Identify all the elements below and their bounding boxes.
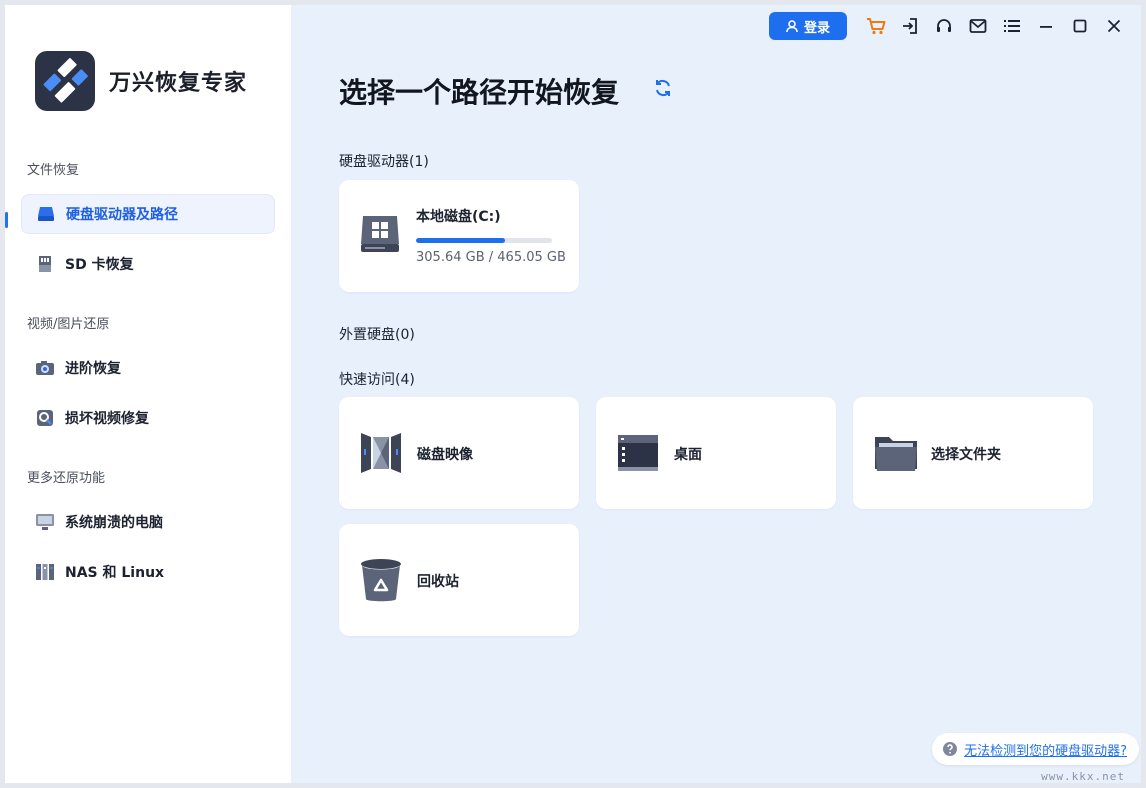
quick-item-label: 选择文件夹 — [931, 447, 1001, 463]
video-repair-icon — [35, 408, 55, 428]
active-indicator — [5, 212, 8, 228]
headset-icon[interactable] — [927, 12, 961, 40]
app-title: 万兴恢复专家 — [109, 71, 248, 96]
sidebar-item-label: NAS 和 Linux — [65, 565, 165, 581]
sidebar-item-label: 进阶恢复 — [65, 361, 121, 377]
group-quick-access: 快速访问(4) — [339, 372, 415, 388]
sidebar-item-video-repair[interactable]: 损坏视频修复 — [21, 398, 275, 438]
sidebar-item-label: 损坏视频修复 — [65, 411, 149, 427]
quick-item-label: 磁盘映像 — [417, 447, 473, 463]
drive-card-c[interactable]: 本地磁盘(C:) 305.64 GB / 465.05 GB — [339, 180, 579, 292]
quick-item-disk-image[interactable]: 磁盘映像 — [339, 397, 579, 509]
quick-item-label: 回收站 — [417, 574, 459, 590]
cart-icon[interactable] — [859, 12, 893, 40]
menu-icon[interactable] — [995, 12, 1029, 40]
main-content: 登录 选择一个路径开始恢复 硬盘驱动器(1) 本地磁盘(C:) 305.64 G… — [291, 5, 1141, 783]
hard-drive-icon — [36, 204, 56, 224]
user-icon — [786, 19, 798, 32]
quick-item-select-folder[interactable]: 选择文件夹 — [853, 397, 1093, 509]
help-icon — [943, 742, 958, 756]
close-icon[interactable] — [1097, 12, 1131, 40]
camera-icon — [35, 358, 55, 378]
sidebar-item-advanced-recovery[interactable]: 进阶恢复 — [21, 348, 275, 388]
refresh-icon[interactable] — [653, 78, 673, 102]
sign-in-icon[interactable] — [893, 12, 927, 40]
section-video-photo: 视频/图片还原 — [27, 317, 110, 332]
section-more-functions: 更多还原功能 — [27, 471, 106, 486]
maximize-icon[interactable] — [1063, 12, 1097, 40]
recycle-bin-icon — [359, 558, 403, 602]
title-bar: 登录 — [769, 12, 1131, 40]
minimize-icon[interactable] — [1029, 12, 1063, 40]
drive-used: 305.64 GB — [416, 250, 485, 265]
drive-size: 305.64 GB / 465.05 GB — [416, 250, 566, 265]
help-link[interactable]: 无法检测到您的硬盘驱动器? — [932, 733, 1139, 765]
sidebar-item-label: 硬盘驱动器及路径 — [66, 207, 178, 223]
drive-usage-fill — [416, 238, 506, 243]
login-button[interactable]: 登录 — [769, 12, 847, 40]
sidebar-item-label: SD 卡恢复 — [65, 257, 134, 273]
sidebar-item-sd-card[interactable]: SD 卡恢复 — [21, 244, 275, 284]
section-file-recovery: 文件恢复 — [27, 163, 80, 178]
group-hard-drives: 硬盘驱动器(1) — [339, 154, 429, 170]
drive-total: 465.05 GB — [497, 250, 566, 265]
help-link-text[interactable]: 无法检测到您的硬盘驱动器? — [964, 740, 1127, 759]
sidebar-item-hard-drive[interactable]: 硬盘驱动器及路径 — [21, 194, 275, 234]
quick-item-label: 桌面 — [674, 447, 702, 463]
drive-size-separator: / — [484, 250, 498, 265]
drive-usage-bar — [416, 238, 552, 243]
sidebar-item-crashed-pc[interactable]: 系统崩溃的电脑 — [21, 502, 275, 542]
desktop-icon — [616, 431, 660, 475]
page-title: 选择一个路径开始恢复 — [339, 76, 620, 109]
sidebar-item-label: 系统崩溃的电脑 — [65, 515, 163, 531]
disk-image-icon — [359, 431, 403, 475]
mail-icon[interactable] — [961, 12, 995, 40]
monitor-icon — [35, 512, 55, 532]
watermark: www.kkx.net — [1041, 770, 1125, 783]
local-disk-icon — [359, 212, 403, 256]
group-external: 外置硬盘(0) — [339, 327, 415, 343]
sd-card-icon — [35, 254, 55, 274]
sidebar: 万兴恢复专家 文件恢复 硬盘驱动器及路径 SD 卡恢复 视频/图片还原 进阶恢复 — [5, 5, 291, 783]
login-label: 登录 — [803, 20, 830, 36]
quick-item-recycle-bin[interactable]: 回收站 — [339, 524, 579, 636]
app-logo — [35, 51, 95, 111]
nas-icon — [35, 562, 55, 582]
drive-name: 本地磁盘(C:) — [416, 209, 501, 225]
app-window: 万兴恢复专家 文件恢复 硬盘驱动器及路径 SD 卡恢复 视频/图片还原 进阶恢复 — [5, 5, 1141, 783]
quick-item-desktop[interactable]: 桌面 — [596, 397, 836, 509]
sidebar-item-nas-linux[interactable]: NAS 和 Linux — [21, 552, 275, 592]
folder-icon — [873, 431, 917, 475]
